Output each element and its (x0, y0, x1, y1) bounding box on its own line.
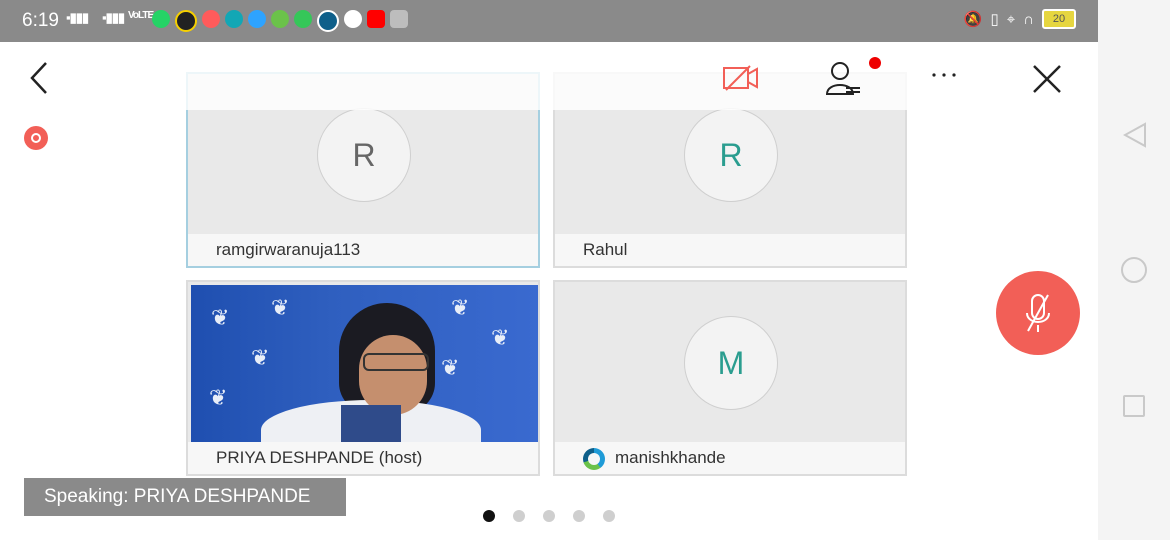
participant-name: ramgirwaranuja113 (188, 234, 538, 266)
webex-logo-icon (583, 447, 605, 470)
page-dot[interactable] (513, 510, 525, 522)
status-bar: 6:19 ▪▮▮▮ ▪▮▮▮ VoLTE 🔕 ▯ ⌖ ∩ 20 (0, 0, 1098, 42)
participant-name: Rahul (555, 234, 905, 266)
participant-avatar: R (684, 108, 778, 202)
close-icon[interactable] (1031, 63, 1063, 95)
participants-icon[interactable] (824, 60, 864, 98)
vibrate-icon: ▯ (990, 11, 999, 28)
app-icon (225, 10, 243, 28)
signal-icon: ▪▮▮▮ (66, 10, 89, 25)
app-icon (344, 10, 362, 28)
speaking-indicator: Speaking: PRIYA DESHPANDE (24, 478, 346, 516)
whatsapp-icon (152, 10, 170, 28)
mute-icon: 🔕 (963, 11, 983, 28)
participant-avatar: M (684, 316, 778, 410)
avatar-initial: M (717, 344, 745, 381)
location-icon: ⌖ (1006, 10, 1016, 28)
participant-tile-video[interactable]: ❦ ❦ ❦ ❦ ❦ ❦ ❦ PRIYA DESHPANDE (host) (186, 280, 540, 476)
page-dot[interactable] (543, 510, 555, 522)
app-icon (271, 10, 289, 28)
more-options-icon[interactable] (930, 70, 960, 80)
participant-name-bar: manishkhande (555, 442, 905, 474)
participant-name: PRIYA DESHPANDE (host) (188, 442, 538, 474)
participant-name: manishkhande (615, 448, 726, 467)
page-dot-active[interactable] (483, 510, 495, 522)
page-dot[interactable] (573, 510, 585, 522)
page-dot[interactable] (603, 510, 615, 522)
headset-icon: ∩ (1023, 10, 1034, 28)
youtube-icon (367, 10, 385, 28)
app-icon (390, 10, 408, 28)
app-icon (294, 10, 312, 28)
app-icon (175, 10, 197, 32)
notification-badge (869, 57, 881, 69)
volte-icon: VoLTE (128, 10, 154, 21)
video-feed: ❦ ❦ ❦ ❦ ❦ ❦ ❦ (191, 285, 538, 450)
recording-icon (24, 126, 48, 150)
mute-mic-button[interactable] (996, 271, 1080, 355)
app-icon (248, 10, 266, 28)
avatar-initial: R (719, 136, 743, 173)
system-icons: 🔕 ▯ ⌖ ∩ 20 (964, 9, 1076, 29)
video-off-icon[interactable] (722, 64, 760, 92)
nav-back-icon[interactable] (1123, 122, 1147, 148)
top-controls-overlay (186, 72, 911, 110)
notification-icons (152, 10, 408, 32)
status-time: 6:19 (22, 10, 59, 31)
participant-tile[interactable]: M manishkhande (553, 280, 907, 476)
avatar-initial: R (352, 136, 376, 173)
participant-avatar: R (317, 108, 411, 202)
webex-icon (317, 10, 339, 32)
nav-recent-icon[interactable] (1123, 395, 1145, 417)
signal-icon-2: ▪▮▮▮ (102, 10, 125, 25)
page-indicator[interactable] (483, 510, 615, 522)
battery-icon: 20 (1042, 9, 1076, 29)
mic-off-icon (1026, 294, 1050, 332)
nav-home-icon[interactable] (1121, 257, 1147, 283)
app-icon (202, 10, 220, 28)
back-chevron-icon[interactable] (28, 60, 52, 96)
